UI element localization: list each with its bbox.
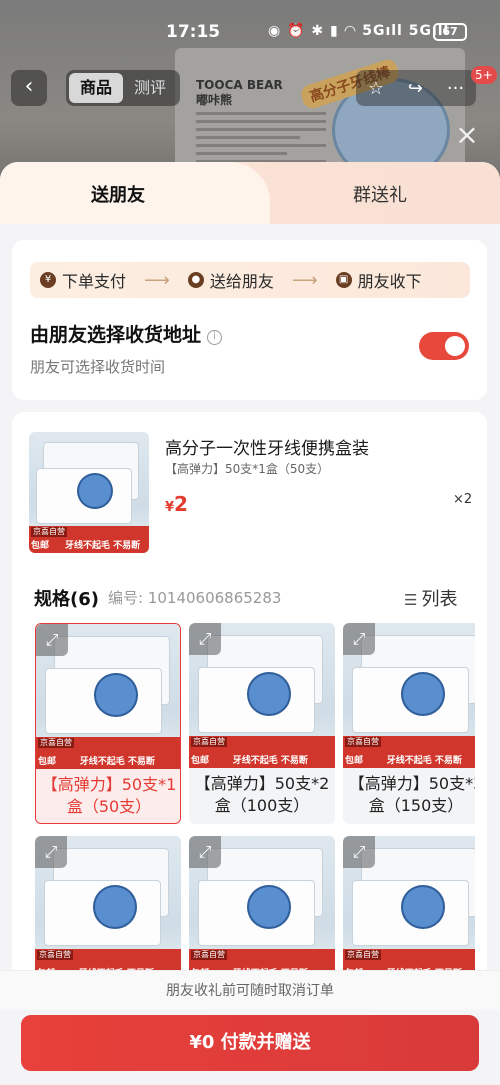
- expand-icon[interactable]: ⤢: [343, 623, 375, 655]
- spec-option-1[interactable]: 京喜自营 包邮 牙线不起毛 不易断 ⤢ 【高弹力】50支*1盒（50支）: [35, 623, 181, 824]
- gift-icon: ▣: [335, 272, 352, 288]
- product-selected-spec: 【高弹力】50支*1盒（50支）: [165, 462, 330, 476]
- step-send: ● 送给朋友: [187, 268, 274, 292]
- battery-icon: 67: [433, 23, 467, 41]
- tab-group-gift[interactable]: 群送礼: [353, 181, 407, 207]
- spec-option-label: 【高弹力】50支*2盒（100支）: [194, 774, 330, 815]
- close-icon[interactable]: ×: [452, 120, 482, 150]
- arrow-right-icon: ⟶: [291, 269, 318, 291]
- list-view-button[interactable]: ☰ 列表: [404, 585, 457, 611]
- tab-product[interactable]: 商品: [69, 73, 123, 103]
- spec-option-4[interactable]: 京喜自营包邮牙线不起毛 不易断 ⤢: [35, 836, 181, 982]
- sheet-tabs: 送朋友 群送礼: [0, 162, 500, 224]
- spec-option-2[interactable]: 京喜自营 包邮 牙线不起毛 不易断 ⤢ 【高弹力】50支*2盒（100支）: [189, 623, 335, 824]
- wechat-icon: ●: [187, 272, 204, 288]
- product-thumbnail[interactable]: 京喜自营 包邮 牙线不起毛 不易断: [29, 432, 149, 553]
- expand-icon[interactable]: ⤢: [36, 624, 68, 656]
- spec-grid: 京喜自营 包邮 牙线不起毛 不易断 ⤢ 【高弹力】50支*1盒（50支） 京喜自营包…: [35, 623, 475, 982]
- background-label-lines: [196, 112, 326, 168]
- message-badge: 5+: [471, 66, 497, 84]
- step-pay: ¥ 下单支付: [40, 268, 126, 292]
- product-card: 京喜自营 包邮 牙线不起毛 不易断 高分子一次性牙线便携盒装 【高弹力】50支*…: [12, 412, 487, 982]
- yen-icon: ¥: [40, 272, 56, 288]
- spec-option-3[interactable]: 京喜自营 包邮 牙线不起毛 不易断 ⤢ 【高弹力】50支*3盒（150支）: [343, 623, 475, 824]
- address-toggle[interactable]: [419, 332, 469, 360]
- product-title: 高分子一次性牙线便携盒装: [165, 439, 369, 459]
- list-icon: ☰: [404, 591, 418, 609]
- product-price: ¥2: [165, 492, 188, 516]
- pay-and-gift-button[interactable]: ¥0 付款并赠送: [21, 1015, 479, 1071]
- address-choice-subtitle: 朋友可选择收货时间: [30, 358, 166, 376]
- top-right-actions: ☆ ↪ ···: [356, 70, 476, 106]
- expand-icon[interactable]: ⤢: [343, 836, 375, 868]
- product-quantity[interactable]: ×2: [453, 492, 472, 507]
- more-icon[interactable]: ···: [447, 78, 464, 99]
- tab-send-friend[interactable]: 送朋友: [91, 181, 145, 207]
- arrow-right-icon: ⟶: [144, 269, 170, 291]
- expand-icon[interactable]: ⤢: [189, 623, 221, 655]
- back-button[interactable]: ‹: [11, 70, 47, 106]
- expand-icon[interactable]: ⤢: [189, 836, 221, 868]
- status-bar: 17:15 ◉ ⏰ ✱ ▮ ◠ 5Gıll 5Gıll 67: [0, 0, 500, 66]
- cancel-note: 朋友收礼前可随时取消订单: [0, 970, 500, 1010]
- background-brand: TOOCA BEAR 嘟咔熊: [196, 78, 283, 107]
- spec-heading: 规格(6): [34, 589, 99, 610]
- gift-sheet: 送朋友 群送礼 ¥ 下单支付 ⟶ ● 送给朋友 ⟶ ▣ 朋友收下 由朋友选择收货…: [0, 162, 500, 1085]
- status-icons: ◉ ⏰ ✱ ▮ ◠ 5Gıll 5Gıll: [268, 23, 450, 39]
- product-code: 编号: 10140606865283: [108, 589, 282, 607]
- step-receive: ▣ 朋友收下: [335, 268, 422, 292]
- address-choice-title: 由朋友选择收货地址 i: [30, 320, 223, 347]
- spec-option-6[interactable]: 京喜自营包邮牙线不起毛 不易断 ⤢: [343, 836, 475, 982]
- spec-option-5[interactable]: 京喜自营包邮牙线不起毛 不易断 ⤢: [189, 836, 335, 982]
- star-icon[interactable]: ☆: [368, 78, 384, 99]
- spec-option-label: 【高弹力】50支*1盒（50支）: [41, 775, 177, 816]
- info-icon[interactable]: i: [207, 330, 223, 345]
- gift-steps: ¥ 下单支付 ⟶ ● 送给朋友 ⟶ ▣ 朋友收下: [30, 262, 470, 298]
- top-tabs: 商品 测评: [66, 70, 180, 106]
- spec-option-label: 【高弹力】50支*3盒（150支）: [348, 774, 475, 815]
- status-time: 17:15: [166, 22, 221, 42]
- tab-review[interactable]: 测评: [123, 73, 177, 103]
- share-icon[interactable]: ↪: [408, 78, 423, 99]
- chevron-left-icon: ‹: [24, 74, 34, 99]
- gift-flow-card: ¥ 下单支付 ⟶ ● 送给朋友 ⟶ ▣ 朋友收下 由朋友选择收货地址 i 朋友可选…: [12, 240, 487, 400]
- expand-icon[interactable]: ⤢: [35, 836, 67, 868]
